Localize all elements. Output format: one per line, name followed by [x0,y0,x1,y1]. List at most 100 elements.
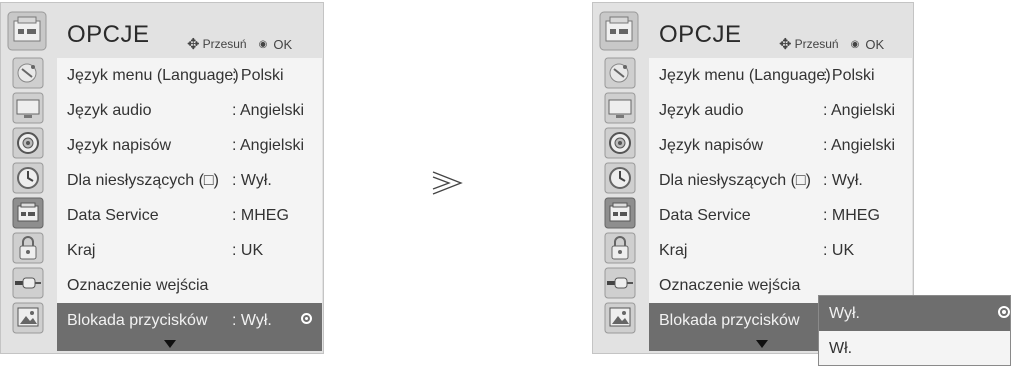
option-data-service[interactable]: Data Service : MHEG [649,198,912,233]
option-label: Język menu (Language) [67,66,239,84]
nav-hint: ✥ Przesuń ◉ OK [779,35,884,53]
option-text: Wł. [829,339,853,357]
option-value: : Wył. [823,171,863,189]
clock-icon [12,162,44,193]
option-value: : Polski [823,66,875,84]
option-key-lock[interactable]: Blokada przycisków : Wył. [57,303,322,338]
option-subtitle-language[interactable]: Język napisów : Angielski [57,128,322,163]
ok-radio-icon [301,313,312,324]
move-icon: ✥ [779,36,792,53]
option-value: : UK [232,241,264,259]
input-icon [12,267,44,298]
option-value: : UK [823,241,855,259]
option-label: Kraj [67,241,96,259]
category-sidebar [596,55,644,335]
options-header-icon [7,11,47,51]
options-menu-before: OPCJE ✥ Przesuń ◉ OK Język menu (Languag… [0,2,324,354]
option-label: Dla niesłyszących (□) [659,171,811,189]
option-label: Oznaczenie wejścia [659,276,801,294]
option-audio-language[interactable]: Język audio: Angielski [649,93,912,128]
option-label: Blokada przycisków [67,311,208,329]
option-label: Oznaczenie wejścia [67,276,209,294]
option-hard-of-hearing[interactable]: Dla niesłyszących (□) : Wył. [649,163,912,198]
antenna-icon [604,57,636,88]
lock-icon [604,232,636,263]
nav-hint-label: Przesuń [202,37,247,51]
sidebar-clock[interactable] [4,160,52,195]
option-hard-of-hearing[interactable]: Dla niesłyszących (□) : Wył. [57,163,322,198]
nav-hint-label: Przesuń [794,37,839,51]
option-label: Kraj [659,241,688,259]
sidebar-antenna[interactable] [596,55,644,90]
photo-icon [604,302,636,333]
option-label: Język napisów [659,136,764,154]
sidebar-speaker[interactable] [596,125,644,160]
photo-icon [12,302,44,333]
sidebar-lock[interactable] [4,230,52,265]
sidebar-monitor[interactable] [596,90,644,125]
option-input-label[interactable]: Oznaczenie wejścia [57,268,322,303]
sidebar-clock[interactable] [596,160,644,195]
sidebar-options[interactable] [596,195,644,230]
sidebar-speaker[interactable] [4,125,52,160]
down-arrow-icon [164,340,176,348]
dropdown-option-on[interactable]: Wł. [819,331,1010,366]
speaker-icon [604,127,636,158]
option-label: Data Service [67,206,159,224]
option-value: : MHEG [823,206,880,224]
ok-label: OK [865,36,885,52]
option-menu-language[interactable]: Język menu (Language): Polski [57,58,322,93]
category-sidebar [4,55,52,335]
options-header-icon [599,11,639,51]
option-audio-language[interactable]: Język audio : Angielski [57,93,322,128]
option-subtitle-language[interactable]: Język napisów : Angielski [649,128,912,163]
key-lock-dropdown: Wył. Wł. [818,295,1011,366]
speaker-icon [12,127,44,158]
option-text: Wył. [829,304,860,322]
ok-icon: ◉ [850,38,860,50]
option-country[interactable]: Kraj : UK [649,233,912,268]
nav-hint: ✥ Przesuń ◉ OK [187,35,292,53]
option-value: : Polski [232,66,284,84]
antenna-icon [12,57,44,88]
option-label: Język napisów [67,136,172,154]
sidebar-photo[interactable] [596,300,644,335]
option-value: : Angielski [823,136,896,154]
option-data-service[interactable]: Data Service: MHEG [57,198,322,233]
transition-arrow-icon [432,171,463,195]
sidebar-input[interactable] [596,265,644,300]
down-arrow-icon [756,340,768,348]
sidebar-options[interactable] [4,195,52,230]
scroll-down-arrow[interactable] [57,338,322,351]
option-value: : Wył. [232,311,272,329]
option-label: Dla niesłyszących (□) [67,171,219,189]
option-value: : Angielski [232,136,305,154]
option-label: Blokada przycisków [659,311,800,329]
option-label: Język menu (Language) [659,66,831,84]
menu-title: OPCJE [659,21,742,48]
input-icon [604,267,636,298]
options-icon [604,197,636,228]
lock-icon [12,232,44,263]
sidebar-antenna[interactable] [4,55,52,90]
menu-title: OPCJE [67,21,150,48]
sidebar-input[interactable] [4,265,52,300]
ok-label: OK [273,36,293,52]
monitor-icon [12,92,44,123]
option-label: Data Service [659,206,751,224]
option-value: : Angielski [232,101,305,119]
option-label: Język audio [67,101,152,119]
option-value: : Wył. [232,171,272,189]
sidebar-monitor[interactable] [4,90,52,125]
option-menu-language[interactable]: Język menu (Language): Polski [649,58,912,93]
move-icon: ✥ [187,36,200,53]
options-icon [12,197,44,228]
ok-radio-icon [998,306,1010,318]
ok-icon: ◉ [258,38,268,50]
option-value: : Angielski [823,101,896,119]
monitor-icon [604,92,636,123]
option-country[interactable]: Kraj : UK [57,233,322,268]
dropdown-option-off[interactable]: Wył. [819,296,1010,331]
sidebar-lock[interactable] [596,230,644,265]
sidebar-photo[interactable] [4,300,52,335]
